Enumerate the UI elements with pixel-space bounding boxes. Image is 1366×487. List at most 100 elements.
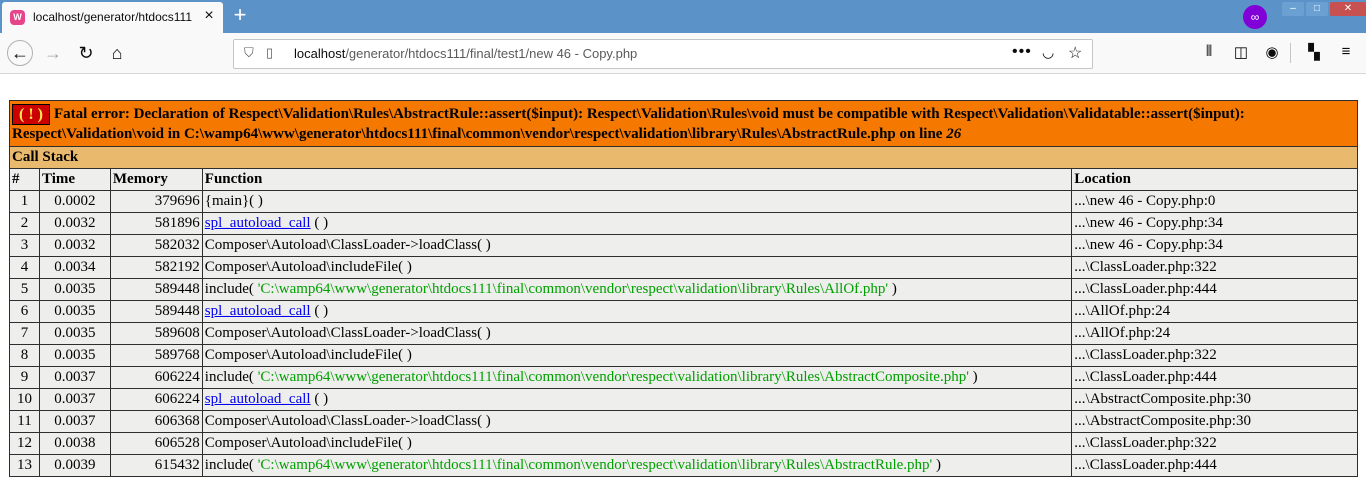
table-row: 5 0.0035 589448 include( 'C:\wamp64\www\gen… bbox=[9, 278, 1358, 301]
include-suffix: ) bbox=[968, 369, 978, 385]
cell-number: 6 bbox=[9, 300, 40, 323]
url-host: localhost bbox=[294, 46, 346, 61]
sidebar-icon[interactable]: ◫ bbox=[1231, 43, 1251, 61]
cell-time: 0.0038 bbox=[38, 432, 111, 455]
reload-button[interactable]: ↻ bbox=[73, 40, 99, 66]
table-row: 6 0.0035 589448 spl_autoload_call ( ) ...\Al… bbox=[9, 300, 1358, 323]
cell-number: 5 bbox=[9, 278, 40, 301]
cell-time: 0.0035 bbox=[38, 344, 111, 367]
table-row: 10 0.0037 606224 spl_autoload_call ( ) ...\A… bbox=[9, 388, 1358, 411]
menu-icon[interactable]: ≡ bbox=[1336, 43, 1356, 60]
col-header-number: # bbox=[9, 168, 40, 191]
new-tab-button[interactable]: + bbox=[228, 4, 252, 28]
function-link[interactable]: spl_autoload_call bbox=[205, 215, 311, 231]
home-button[interactable]: ⌂ bbox=[104, 40, 130, 66]
tab-close-icon[interactable]: × bbox=[200, 7, 218, 25]
cell-location: ...\AllOf.php:24 bbox=[1071, 322, 1358, 345]
cell-time: 0.0002 bbox=[38, 190, 111, 213]
extensions-icon[interactable]: ▚ bbox=[1304, 43, 1324, 61]
cell-time: 0.0034 bbox=[38, 256, 111, 279]
include-argument: 'C:\wamp64\www\generator\htdocs111\final… bbox=[257, 369, 969, 385]
cell-memory: 582032 bbox=[109, 234, 203, 257]
back-button[interactable]: ← bbox=[7, 40, 33, 66]
table-row: 8 0.0035 589768 Composer\Autoload\includeFi… bbox=[9, 344, 1358, 367]
cell-number: 7 bbox=[9, 322, 40, 345]
col-header-time: Time bbox=[38, 168, 111, 191]
function-link[interactable]: spl_autoload_call bbox=[205, 303, 311, 319]
cell-number: 8 bbox=[9, 344, 40, 367]
cell-function: spl_autoload_call ( ) bbox=[201, 300, 1073, 323]
page-actions-icon[interactable]: ••• bbox=[1012, 43, 1032, 61]
include-prefix: include( bbox=[204, 281, 258, 297]
error-badge-icon: ( ! ) bbox=[12, 104, 50, 125]
account-icon[interactable]: ◉ bbox=[1262, 43, 1282, 61]
cell-function: spl_autoload_call ( ) bbox=[201, 388, 1073, 411]
call-stack-header-row: # Time Memory Function Location bbox=[9, 168, 1358, 191]
table-row: 1 0.0002 379696 {main}( ) ...\new 46 - Copy.… bbox=[9, 190, 1358, 213]
cell-time: 0.0032 bbox=[38, 212, 111, 235]
bookmark-star-icon[interactable]: ☆ bbox=[1068, 43, 1082, 63]
call-parens: ( ) bbox=[310, 391, 329, 407]
col-header-function: Function bbox=[201, 168, 1073, 191]
maximize-button[interactable]: □ bbox=[1306, 2, 1328, 16]
include-prefix: include( bbox=[204, 369, 258, 385]
cell-memory: 615432 bbox=[109, 454, 203, 477]
cell-location: ...\new 46 - Copy.php:34 bbox=[1071, 234, 1358, 257]
cell-memory: 589448 bbox=[109, 300, 203, 323]
include-suffix: ) bbox=[888, 281, 897, 297]
page-content: ( ! ) Fatal error: Declaration of Respect… bbox=[9, 100, 1358, 477]
include-argument: 'C:\wamp64\www\generator\htdocs111\final… bbox=[257, 281, 889, 297]
table-row: 11 0.0037 606368 Composer\Autoload\ClassLoa… bbox=[9, 410, 1358, 433]
title-bar: W localhost/generator/htdocs111 × + ∞ – … bbox=[0, 0, 1366, 33]
table-row: 2 0.0032 581896 spl_autoload_call ( ) ...\ne… bbox=[9, 212, 1358, 235]
cell-time: 0.0037 bbox=[38, 366, 111, 389]
url-bar[interactable]: ⛉ ▯ localhost/generator/htdocs111/final/… bbox=[233, 39, 1093, 69]
cell-function: Composer\Autoload\ClassLoader->loadClass… bbox=[201, 234, 1073, 257]
table-row: 3 0.0032 582032 Composer\Autoload\ClassLoad… bbox=[9, 234, 1358, 257]
cell-function: include( 'C:\wamp64\www\generator\htdocs… bbox=[201, 454, 1073, 477]
cell-time: 0.0037 bbox=[38, 388, 111, 411]
wamp-icon: W bbox=[10, 10, 25, 25]
navigation-bar: ← → ↻ ⌂ ⛉ ▯ localhost/generator/htdocs11… bbox=[0, 33, 1366, 74]
cell-time: 0.0037 bbox=[38, 410, 111, 433]
col-header-memory: Memory bbox=[109, 168, 203, 191]
cell-memory: 589768 bbox=[109, 344, 203, 367]
tracking-shield-icon[interactable]: ⛉ bbox=[244, 45, 254, 61]
cell-location: ...\ClassLoader.php:322 bbox=[1071, 344, 1358, 367]
cell-location: ...\ClassLoader.php:322 bbox=[1071, 256, 1358, 279]
cell-memory: 606224 bbox=[109, 366, 203, 389]
cell-time: 0.0035 bbox=[38, 278, 111, 301]
error-text: Fatal error: Declaration of Respect\Vali… bbox=[12, 105, 1245, 142]
minimize-button[interactable]: – bbox=[1282, 2, 1304, 16]
browser-tab[interactable]: W localhost/generator/htdocs111 × bbox=[2, 2, 223, 33]
cell-function: Composer\Autoload\includeFile( ) bbox=[201, 256, 1073, 279]
library-icon[interactable]: ⫴ bbox=[1199, 43, 1219, 60]
url-text[interactable]: localhost/generator/htdocs111/final/test… bbox=[294, 46, 637, 61]
forward-button[interactable]: → bbox=[40, 40, 66, 66]
cell-function: Composer\Autoload\includeFile( ) bbox=[201, 344, 1073, 367]
cell-number: 9 bbox=[9, 366, 40, 389]
cell-number: 3 bbox=[9, 234, 40, 257]
include-argument: 'C:\wamp64\www\generator\htdocs111\final… bbox=[257, 457, 933, 473]
include-prefix: include( bbox=[204, 457, 258, 473]
cell-number: 13 bbox=[9, 454, 40, 477]
cell-location: ...\new 46 - Copy.php:0 bbox=[1071, 190, 1358, 213]
cell-function: include( 'C:\wamp64\www\generator\htdocs… bbox=[201, 278, 1073, 301]
pocket-icon[interactable]: ◡ bbox=[1042, 44, 1054, 61]
error-line: 26 bbox=[946, 126, 962, 142]
cell-memory: 582192 bbox=[109, 256, 203, 279]
page-info-icon[interactable]: ▯ bbox=[266, 45, 273, 61]
function-link[interactable]: spl_autoload_call bbox=[205, 391, 311, 407]
window-close-button[interactable]: ✕ bbox=[1330, 2, 1366, 16]
cell-location: ...\ClassLoader.php:444 bbox=[1071, 454, 1358, 477]
call-parens: ( ) bbox=[310, 215, 329, 231]
cell-number: 4 bbox=[9, 256, 40, 279]
cell-memory: 606368 bbox=[109, 410, 203, 433]
cell-location: ...\ClassLoader.php:444 bbox=[1071, 278, 1358, 301]
cell-location: ...\new 46 - Copy.php:34 bbox=[1071, 212, 1358, 235]
table-row: 9 0.0037 606224 include( 'C:\wamp64\www\gen… bbox=[9, 366, 1358, 389]
table-row: 7 0.0035 589608 Composer\Autoload\ClassLoad… bbox=[9, 322, 1358, 345]
cell-memory: 589608 bbox=[109, 322, 203, 345]
error-message: ( ! ) Fatal error: Declaration of Respect… bbox=[9, 100, 1358, 147]
call-parens: ( ) bbox=[310, 303, 329, 319]
